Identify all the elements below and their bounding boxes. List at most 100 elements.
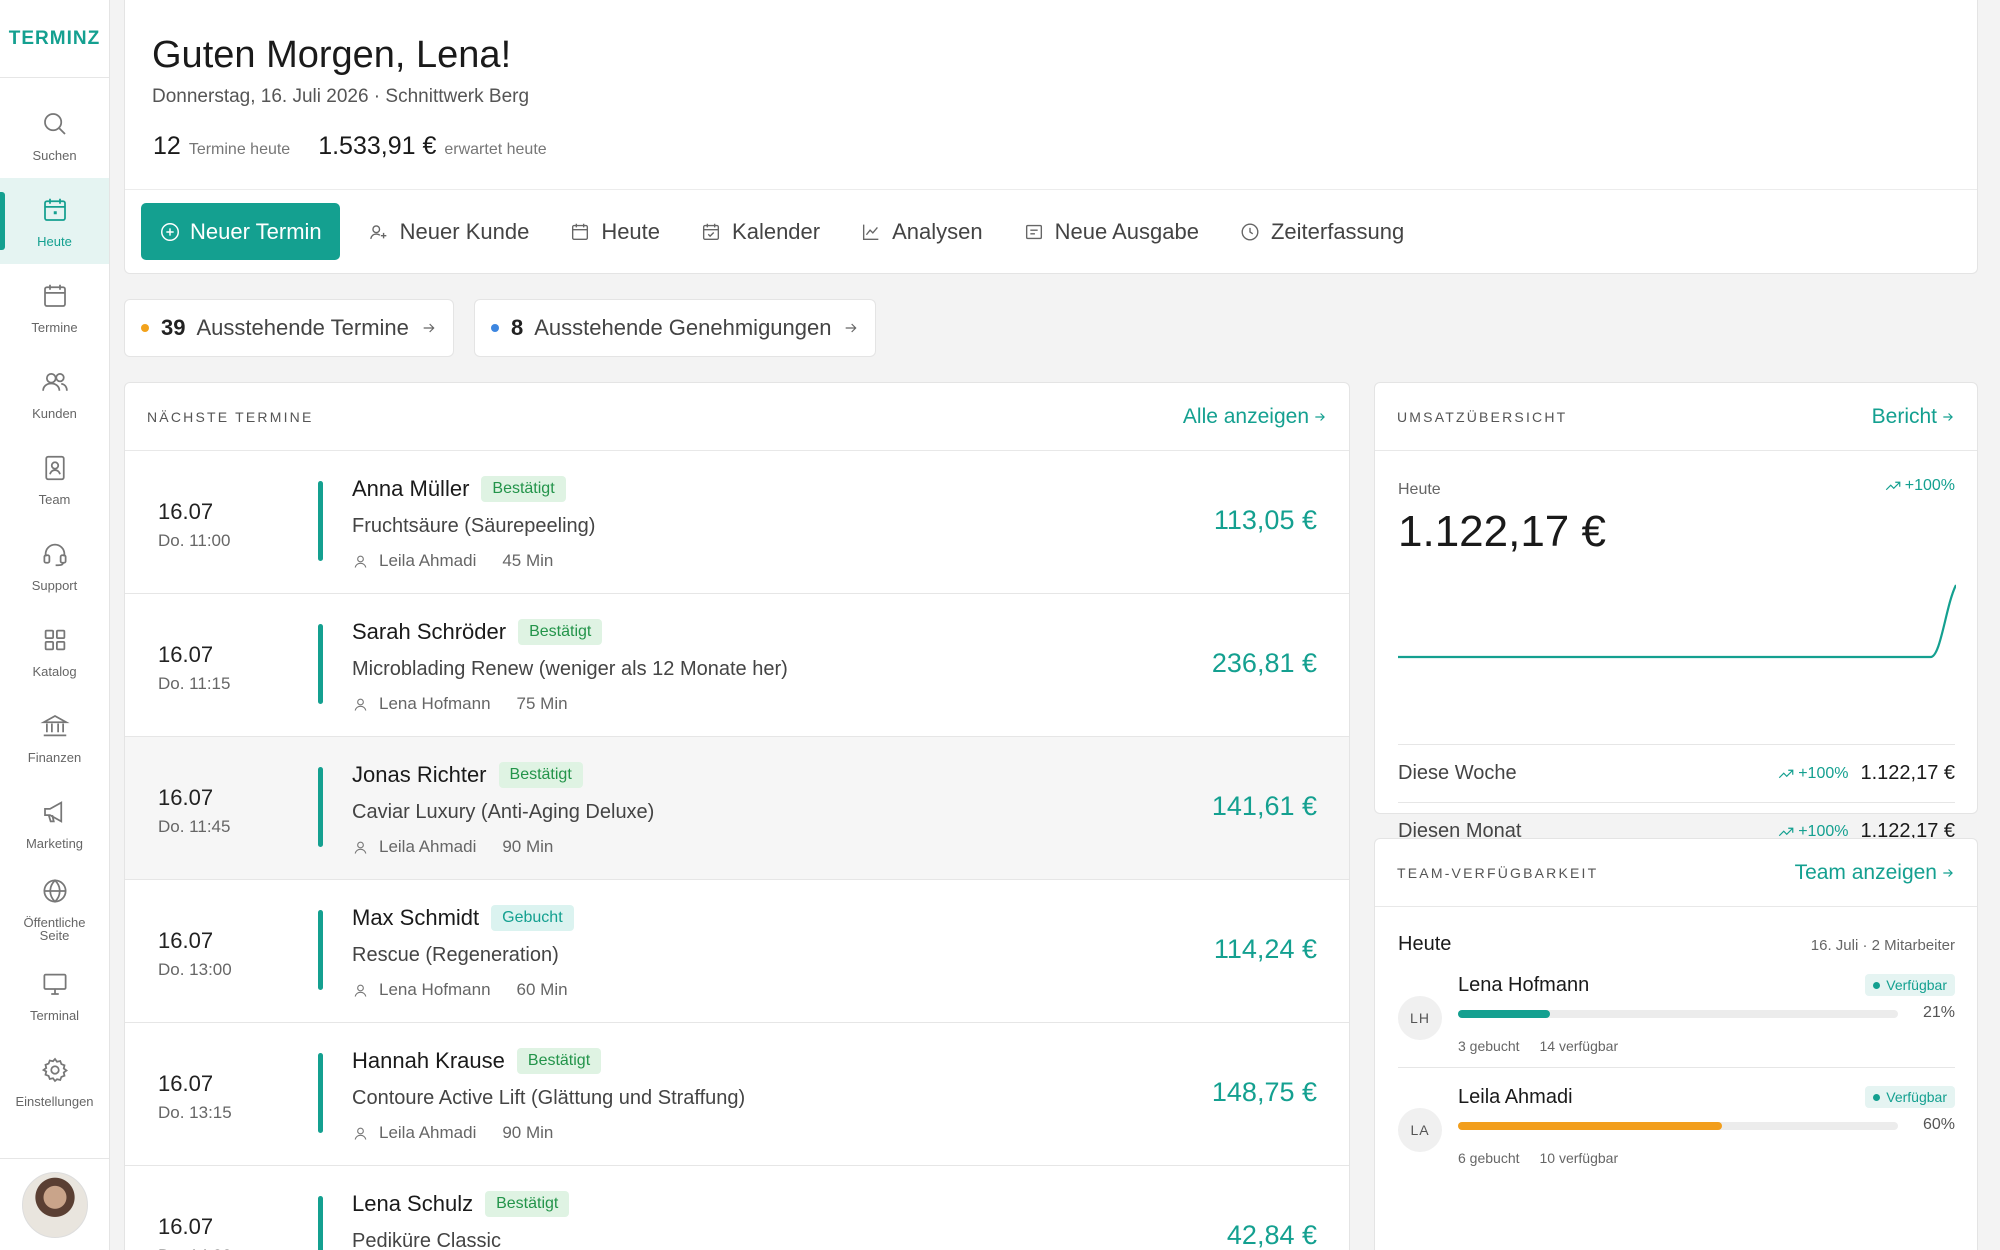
booking-summary: 3 gebucht 14 verfügbar: [1458, 1038, 1618, 1054]
calendar-today-icon: [43, 198, 66, 221]
sidebar-item-customers[interactable]: Kunden: [0, 350, 109, 436]
sidebar-item-label: Öffentliche Seite: [23, 915, 86, 943]
available-count: 14 verfügbar: [1539, 1038, 1619, 1054]
team-member[interactable]: LA Leila Ahmadi Verfügbar 60% 6 gebucht 10 ve…: [1398, 1086, 1955, 1198]
avatar: LA: [1398, 1108, 1442, 1152]
utilization-fill: [1458, 1010, 1551, 1018]
sidebar-item-finance[interactable]: Finanzen: [0, 694, 109, 780]
headset-icon: [43, 543, 66, 566]
pending-approvals-chip[interactable]: 8 Ausstehende Genehmigungen: [474, 299, 877, 357]
staff-name: Leila Ahmadi: [379, 1123, 477, 1142]
button-label: Zeiterfassung: [1270, 218, 1405, 244]
button-label: Neuer Termin: [190, 218, 322, 244]
appointments-today-count: 12: [153, 132, 181, 160]
arrow-right-icon: [846, 323, 857, 333]
appointment-row[interactable]: 16.07 Do. 13:15 Hannah Krause Bestätigt Cont…: [125, 1023, 1349, 1166]
duration: 60 Min: [516, 980, 568, 999]
appointment-row[interactable]: 16.07 Do. 14:00 Lena Schulz Bestätigt Pedikü…: [125, 1166, 1349, 1250]
sidebar-item-marketing[interactable]: Marketing: [0, 780, 109, 866]
appointment-date: 16.07: [158, 642, 214, 667]
appointment-time: Do. 11:00: [158, 531, 231, 550]
show-all-link[interactable]: Alle anzeigen: [1183, 405, 1327, 429]
sidebar-item-label: Support: [31, 577, 78, 593]
appointment-meta: Lena Hofmann 60 Min: [352, 980, 568, 1000]
utilization-fill: [1458, 1122, 1722, 1130]
receipt-icon: [1025, 224, 1042, 239]
status-badge: Bestätigt: [518, 619, 603, 645]
team-member[interactable]: LH Lena Hofmann Verfügbar 21% 3 gebucht 14 ve…: [1398, 974, 1955, 1086]
card-header: UMSATZÜBERSICHT Bericht: [1375, 383, 1977, 451]
appointment-header: Hannah Krause Bestätigt: [352, 1048, 602, 1074]
utilization-percent: 21%: [1922, 1004, 1955, 1021]
status-bar: [318, 481, 323, 561]
sidebar-item-label: Team: [38, 491, 71, 507]
service-name: Contoure Active Lift (Glättung und Straf…: [352, 1087, 746, 1109]
sidebar-item-team[interactable]: Team: [0, 436, 109, 522]
appointment-price: 236,81 €: [1211, 648, 1317, 678]
sidebar-item-label: Terminal: [29, 1007, 80, 1023]
link-label: Bericht: [1871, 404, 1937, 428]
plus-circle-icon: [161, 222, 179, 241]
calendar-button[interactable]: Kalender: [680, 203, 840, 260]
customer-name: Sarah Schröder: [352, 619, 507, 644]
appointment-meta: Lena Hofmann 75 Min: [352, 694, 568, 714]
appointments-today-label: Termine heute: [188, 141, 291, 158]
member-name: Leila Ahmadi: [1458, 1086, 1573, 1108]
status-dot: [141, 324, 149, 332]
booking-summary: 6 gebucht 10 verfügbar: [1458, 1150, 1618, 1166]
sidebar-item-public-page[interactable]: Öffentliche Seite: [0, 866, 109, 952]
utilization-bar: [1458, 1122, 1898, 1130]
card-title: NÄCHSTE TERMINE: [147, 408, 314, 425]
sidebar: TERMINZ Suchen Heute Termine Kunden Team…: [0, 0, 110, 1250]
bank-icon: [39, 714, 70, 736]
service-name: Pediküre Classic: [352, 1230, 501, 1250]
sidebar-item-search[interactable]: Suchen: [0, 92, 109, 178]
appointment-meta: Leila Ahmadi 45 Min: [352, 551, 553, 571]
team-day-row: Heute 16. Juli · 2 Mitarbeiter: [1398, 933, 1955, 956]
user-plus-icon: [369, 224, 386, 239]
sidebar-item-appointments[interactable]: Termine: [0, 264, 109, 350]
appointment-row[interactable]: 16.07 Do. 11:15 Sarah Schröder Bestätigt Mic…: [125, 594, 1349, 737]
customer-name: Hannah Krause: [352, 1048, 505, 1073]
page-title: Guten Morgen, Lena!: [152, 34, 512, 76]
service-name: Microblading Renew (weniger als 12 Monat…: [352, 658, 788, 680]
appointment-row[interactable]: 16.07 Do. 11:00 Anna Müller Bestätigt Frucht…: [125, 451, 1349, 594]
status-dot: [1873, 1093, 1881, 1101]
sidebar-item-support[interactable]: Support: [0, 522, 109, 608]
trend-value: +100%: [1798, 764, 1849, 782]
button-label: Neue Ausgabe: [1054, 218, 1199, 244]
pending-appointments-chip[interactable]: 39 Ausstehende Termine: [124, 299, 454, 357]
new-appointment-button[interactable]: Neuer Termin: [141, 203, 340, 260]
pending-appointments-label: Ausstehende Termine: [196, 315, 409, 340]
appointment-date: 16.07: [158, 785, 214, 810]
button-label: Neuer Kunde: [399, 218, 530, 244]
trending-up-icon: [1885, 481, 1901, 491]
app-logo[interactable]: TERMINZ: [0, 0, 109, 78]
appointment-row[interactable]: 16.07 Do. 13:00 Max Schmidt Gebucht Rescue (…: [125, 880, 1349, 1023]
sidebar-item-settings[interactable]: Einstellungen: [0, 1038, 109, 1124]
calendar-check-icon: [703, 223, 720, 240]
status-badge: Bestätigt: [485, 1191, 570, 1217]
sidebar-item-terminal[interactable]: Terminal: [0, 952, 109, 1038]
appointment-date: 16.07: [158, 1071, 214, 1096]
appointment-date: 16.07: [158, 928, 214, 953]
new-expense-button[interactable]: Neue Ausgabe: [1003, 203, 1219, 260]
grid-icon: [44, 629, 65, 650]
card-header: TEAM-VERFÜGBARKEIT Team anzeigen: [1375, 839, 1977, 907]
appointment-header: Jonas Richter Bestätigt: [352, 762, 583, 788]
show-team-link[interactable]: Team anzeigen: [1795, 861, 1955, 885]
report-link[interactable]: Bericht: [1872, 405, 1955, 429]
appointment-price: 42,84 €: [1226, 1220, 1317, 1250]
today-button[interactable]: Heute: [549, 203, 680, 260]
avatar[interactable]: [21, 1171, 88, 1238]
upcoming-appointments-card: NÄCHSTE TERMINE Alle anzeigen 16.07 Do. 1…: [124, 382, 1350, 1250]
appointment-meta: Leila Ahmadi 90 Min: [352, 1123, 553, 1143]
sidebar-item-catalog[interactable]: Katalog: [0, 608, 109, 694]
analytics-button[interactable]: Analysen: [840, 203, 1003, 260]
new-customer-button[interactable]: Neuer Kunde: [348, 203, 550, 260]
duration: 90 Min: [502, 1123, 554, 1142]
sidebar-item-today[interactable]: Heute: [0, 178, 109, 264]
time-tracking-button[interactable]: Zeiterfassung: [1219, 203, 1424, 260]
appointment-row[interactable]: 16.07 Do. 11:45 Jonas Richter Bestätigt Cavi…: [125, 737, 1349, 880]
button-label: Heute: [601, 218, 661, 244]
